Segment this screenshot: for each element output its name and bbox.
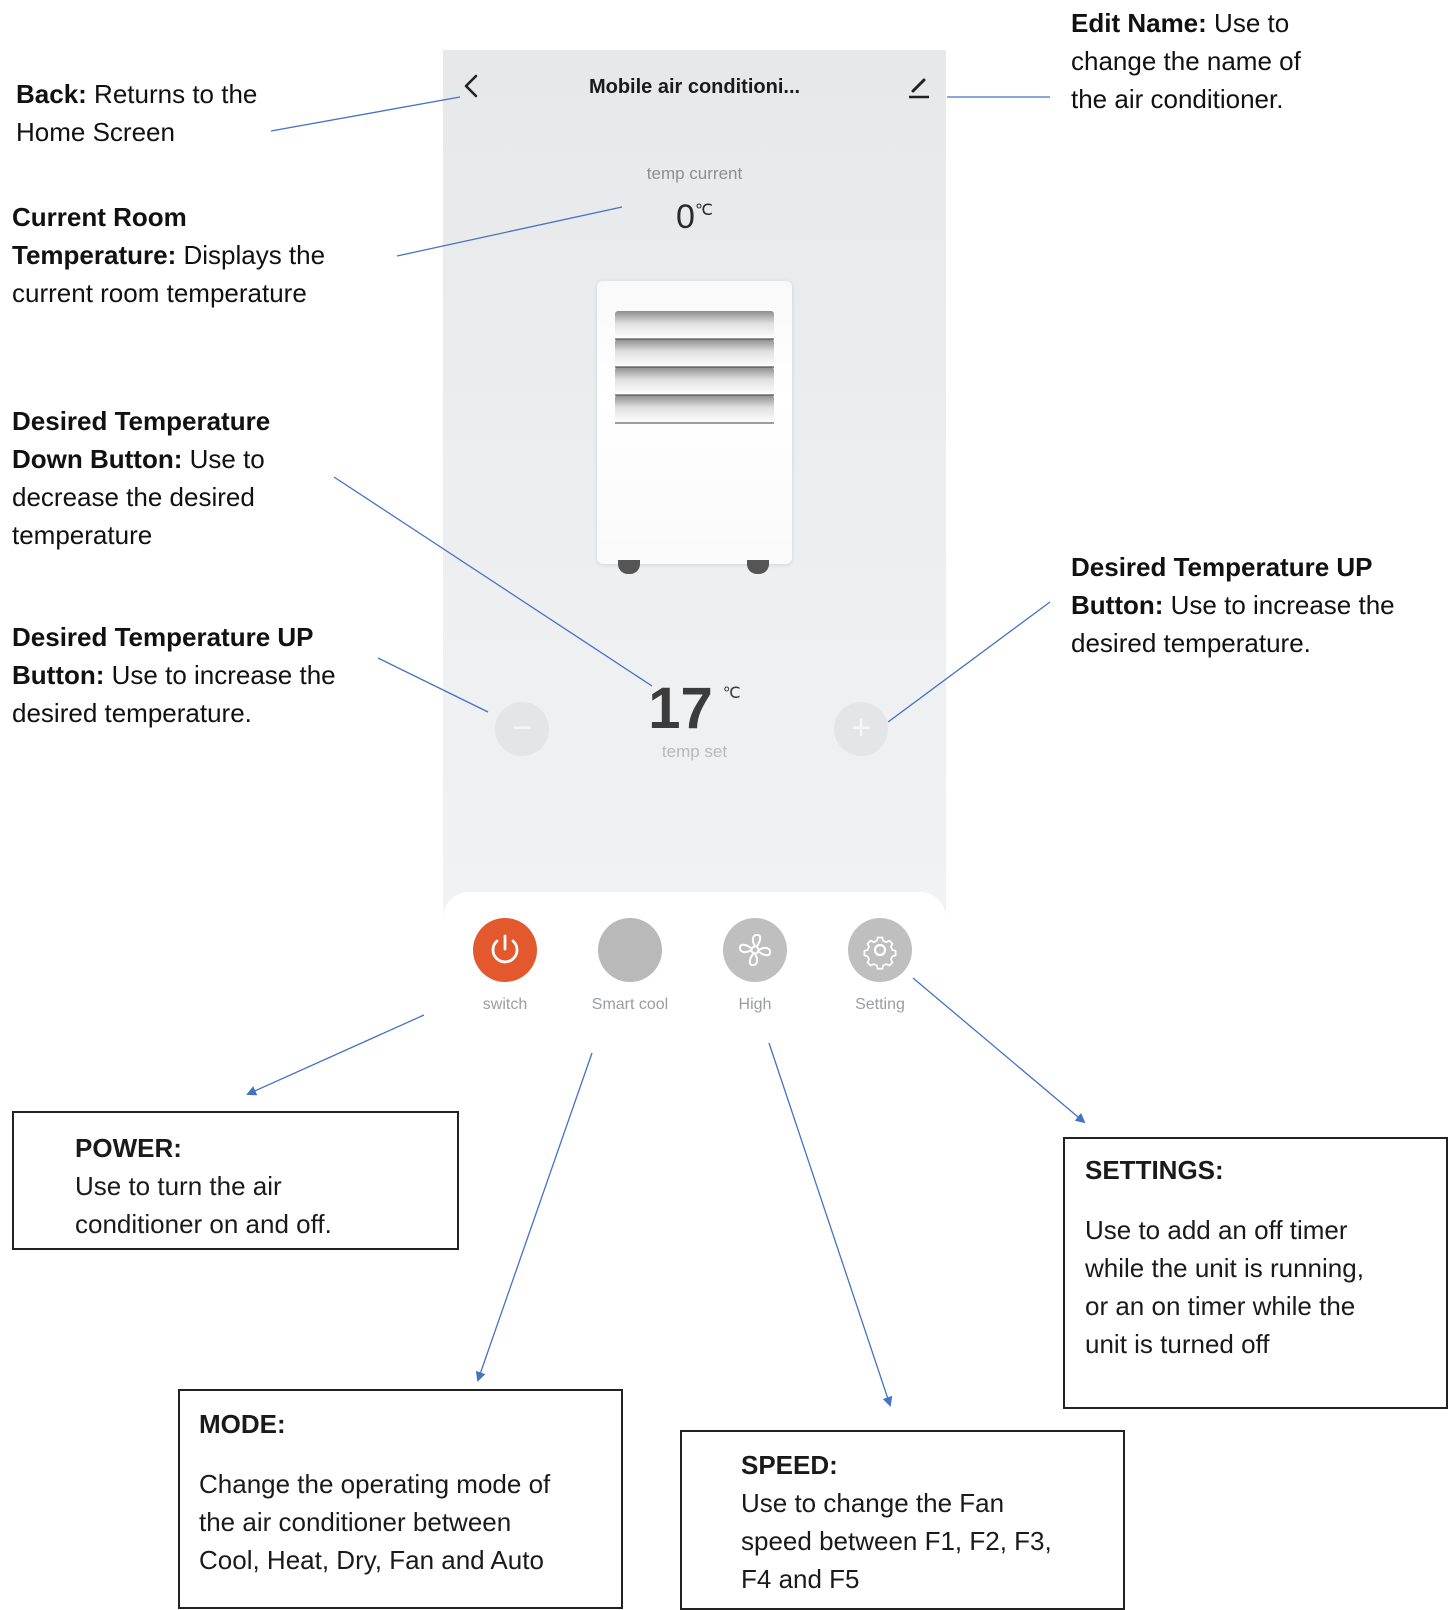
speed-info-box: SPEED: Use to change the Fan speed betwe… <box>680 1430 1125 1610</box>
fan-icon <box>723 918 787 982</box>
power-icon <box>473 918 537 982</box>
temp-current-unit: ℃ <box>694 202 713 219</box>
back-annotation: Back: Returns to the Home Screen <box>16 79 258 147</box>
mode-label: Smart cool <box>591 996 669 1013</box>
temp-down-annotation: Desired Temperature Down Button: Use to … <box>12 406 271 550</box>
top-bar: Mobile air conditioni... <box>443 50 946 125</box>
temp-current-label: temp current <box>646 164 743 183</box>
setting-button[interactable]: Setting <box>830 918 930 1014</box>
temp-up-right-annotation: Desired Temperature UP Button: Use to in… <box>1071 552 1395 658</box>
fan-speed-label: High <box>738 996 772 1013</box>
power-info-box: POWER: Use to turn the air conditioner o… <box>12 1111 459 1250</box>
air-conditioner-image <box>597 281 792 564</box>
settings-info-box: SETTINGS: Use to add an off timer while … <box>1063 1137 1448 1409</box>
mode-button[interactable]: Smart cool <box>580 918 680 1014</box>
temp-set-value: 17 <box>648 676 713 741</box>
control-panel: switch Smart cool High Setting <box>443 892 946 1042</box>
temp-set-unit: ℃ <box>722 685 741 702</box>
edit-name-annotation: Edit Name: Use to change the name of the… <box>1071 8 1301 114</box>
switch-button[interactable]: switch <box>455 918 555 1014</box>
fan-speed-button[interactable]: High <box>705 918 805 1014</box>
gear-icon <box>848 918 912 982</box>
ac-wheel-left <box>618 560 640 574</box>
page-title: Mobile air conditioni... <box>588 76 801 98</box>
ac-wheel-right <box>747 560 769 574</box>
setting-label: Setting <box>855 996 905 1013</box>
mode-icon <box>598 918 662 982</box>
temp-up-button[interactable]: + <box>834 702 888 756</box>
plus-icon: + <box>851 709 871 747</box>
edit-name-button[interactable] <box>904 72 934 102</box>
temp-up-left-annotation: Desired Temperature UP Button: Use to in… <box>12 622 336 728</box>
current-temp-annotation: Current Room Temperature: Displays the c… <box>12 202 326 308</box>
temp-current-display: 0℃ <box>443 198 946 237</box>
switch-label: switch <box>482 996 528 1013</box>
mode-info-box: MODE: Change the operating mode of the a… <box>178 1389 623 1609</box>
vent-louvers <box>615 311 774 424</box>
app-screen: Mobile air conditioni... temp current 0℃ <box>443 50 946 1042</box>
temp-current-value: 0 <box>676 198 695 236</box>
pencil-icon <box>909 78 929 99</box>
